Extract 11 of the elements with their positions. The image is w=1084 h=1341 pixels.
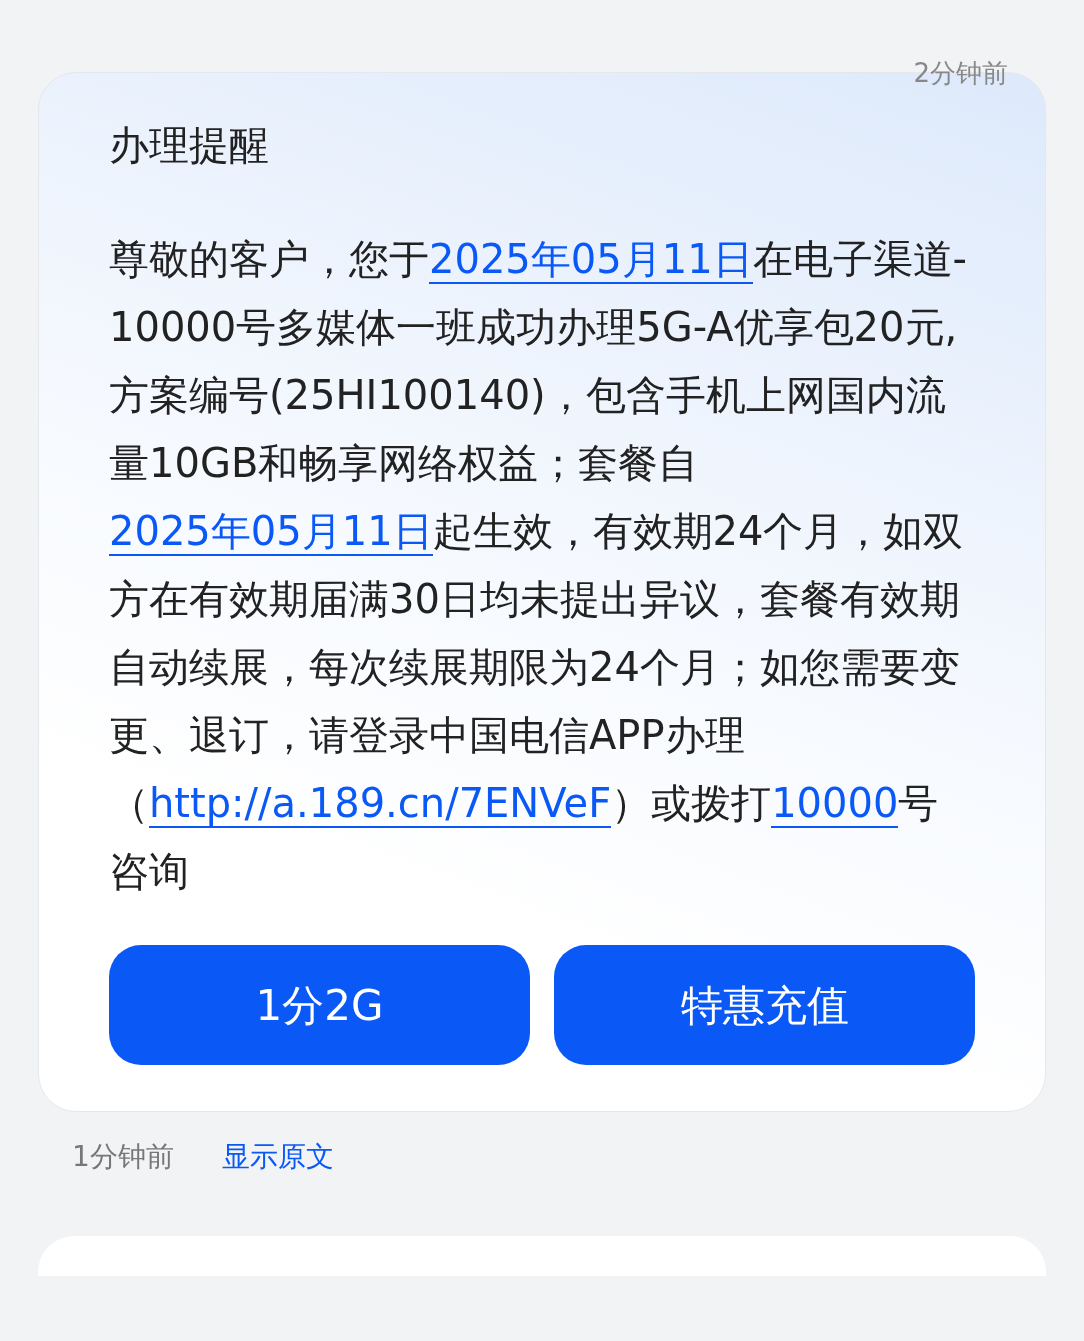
action-button[interactable]: 特惠充值 <box>554 945 975 1065</box>
timestamp: 2分钟前 <box>913 57 1008 90</box>
message-link[interactable]: http://a.189.cn/7ENVeF <box>149 780 612 828</box>
timestamp: 1分钟前 <box>72 1139 174 1175</box>
show-original-link[interactable]: 显示原文 <box>221 1136 334 1178</box>
message-link[interactable]: 2025年05月11日 <box>429 236 753 284</box>
message-link[interactable]: 10000 <box>771 780 899 828</box>
message-link[interactable]: 2025年05月11日 <box>109 508 433 556</box>
action-button[interactable]: 1分2G <box>109 945 530 1065</box>
message-text: 尊敬的客户，您于2025年05月11日在电子渠道-10000号多媒体一班成功办理5G-A优享包20元,方案编号(25HI100140)，包含手机上网国内流量10GB和畅享网络权益；套餐自 2025年05月11日起生效，有效期24个月，如双方在有效期届满30日均未提出异议，套餐有效期自动续展，每次续展期限为24个月；如您需要变更、退订，请登录中国电信APP办理（http://a.189.cn/7ENVeF）或拨打10000号咨询 <box>109 235 969 896</box>
message-title: 办理提醒 <box>109 121 270 170</box>
